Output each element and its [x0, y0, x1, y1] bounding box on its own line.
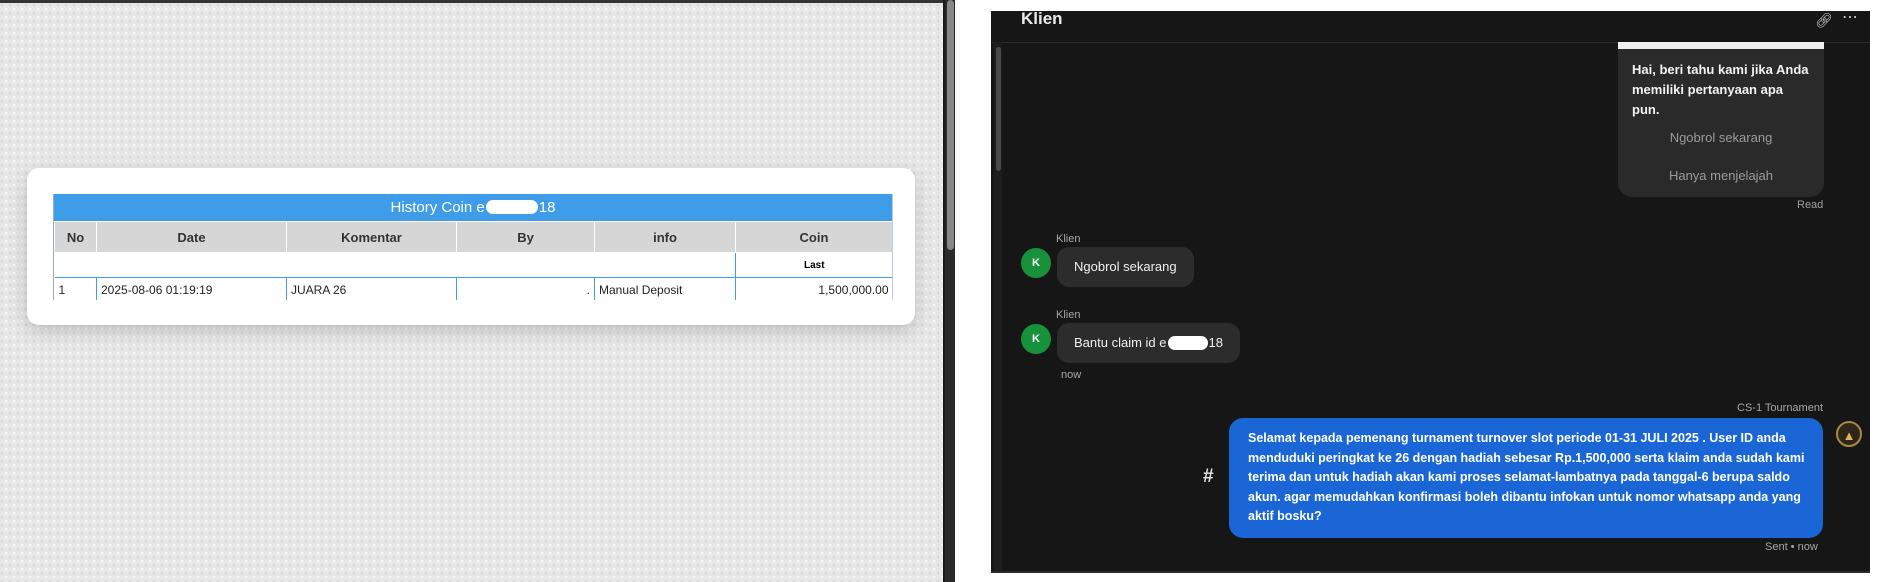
read-status: Read	[1797, 199, 1824, 211]
sub-cell	[594, 252, 736, 278]
message-text-prefix: Bantu claim id e	[1074, 335, 1167, 350]
sent-status: Sent • now	[1765, 541, 1818, 553]
option-just-browsing[interactable]: Hanya menjelajah	[1618, 168, 1824, 183]
chat-header: Klien 🔗︎ ⋯	[991, 11, 1870, 43]
column-header-coin[interactable]: Coin	[735, 221, 892, 253]
left-scrollbar-thumb[interactable]	[947, 0, 954, 250]
link-icon[interactable]: 🔗︎	[1815, 12, 1833, 29]
chat-title: Klien	[1021, 11, 1063, 28]
agent-message-text: Selamat kepada pemenang turnament turnov…	[1248, 431, 1805, 524]
history-table: No Date Komentar By info Coin Last 1 202…	[54, 221, 892, 300]
welcome-strip	[1618, 42, 1824, 49]
sub-cell	[286, 252, 457, 278]
cell-info: Manual Deposit	[594, 277, 736, 300]
message-time: now	[1061, 369, 1082, 381]
table-row: 1 2025-08-06 01:19:19 JUARA 26 . Manual …	[55, 277, 892, 300]
column-header-date[interactable]: Date	[96, 221, 287, 253]
table-header-row: No Date Komentar By info Coin	[54, 221, 892, 253]
history-title: History Coin e 18	[54, 194, 892, 221]
user-message: Ngobrol sekarang	[1057, 247, 1194, 287]
chat-scrollbar-thumb[interactable]	[996, 47, 1001, 171]
history-coin-card: History Coin e 18 No Date Komentar By inf…	[27, 168, 915, 325]
history-page: History Coin e 18 No Date Komentar By inf…	[0, 0, 943, 582]
redacted-id	[485, 200, 538, 215]
user-message: Bantu claim id e 18	[1057, 323, 1240, 363]
cell-date: 2025-08-06 01:19:19	[96, 277, 287, 300]
cell-coin: 1,500,000.00	[735, 277, 892, 300]
history-table-container: History Coin e 18 No Date Komentar By inf…	[53, 194, 893, 300]
avatar: K	[1021, 324, 1051, 354]
history-title-prefix: History Coin e	[390, 199, 485, 216]
avatar: K	[1021, 248, 1051, 278]
column-header-by[interactable]: By	[456, 221, 595, 253]
history-title-suffix: 18	[538, 199, 556, 216]
agent-avatar-icon: ▲	[1836, 421, 1862, 447]
column-header-info[interactable]: info	[594, 221, 736, 253]
pane-gap	[957, 0, 991, 582]
sender-label: Klien	[1056, 233, 1081, 245]
sub-cell	[96, 252, 287, 278]
column-header-no[interactable]: No	[54, 221, 97, 253]
sub-cell	[54, 252, 97, 278]
agent-message: Selamat kepada pemenang turnament turnov…	[1229, 418, 1823, 538]
cell-komentar: JUARA 26	[286, 277, 457, 300]
sub-cell	[456, 252, 595, 278]
cell-no: 1	[58, 283, 66, 297]
chat-window: Klien 🔗︎ ⋯ Hai, beri tahu kami jika Anda…	[991, 11, 1870, 573]
sub-header-last: Last	[735, 252, 892, 278]
chat-bottom-border	[991, 571, 1870, 573]
cell-by: .	[456, 277, 595, 300]
welcome-text: Hai, beri tahu kami jika Anda memiliki p…	[1632, 62, 1809, 117]
redacted-id	[1167, 335, 1208, 350]
sub-header-row: Last	[54, 252, 892, 278]
hash-icon[interactable]: #	[1203, 466, 1214, 488]
welcome-card: Hai, beri tahu kami jika Anda memiliki p…	[1618, 42, 1824, 197]
agent-name: CS-1 Tournament	[1737, 402, 1824, 414]
column-header-komentar[interactable]: Komentar	[286, 221, 457, 253]
sender-label: Klien	[1056, 309, 1081, 321]
message-text-suffix: 18	[1208, 335, 1223, 350]
more-icon[interactable]: ⋯	[1842, 11, 1859, 27]
option-chat-now[interactable]: Ngobrol sekarang	[1618, 130, 1824, 145]
